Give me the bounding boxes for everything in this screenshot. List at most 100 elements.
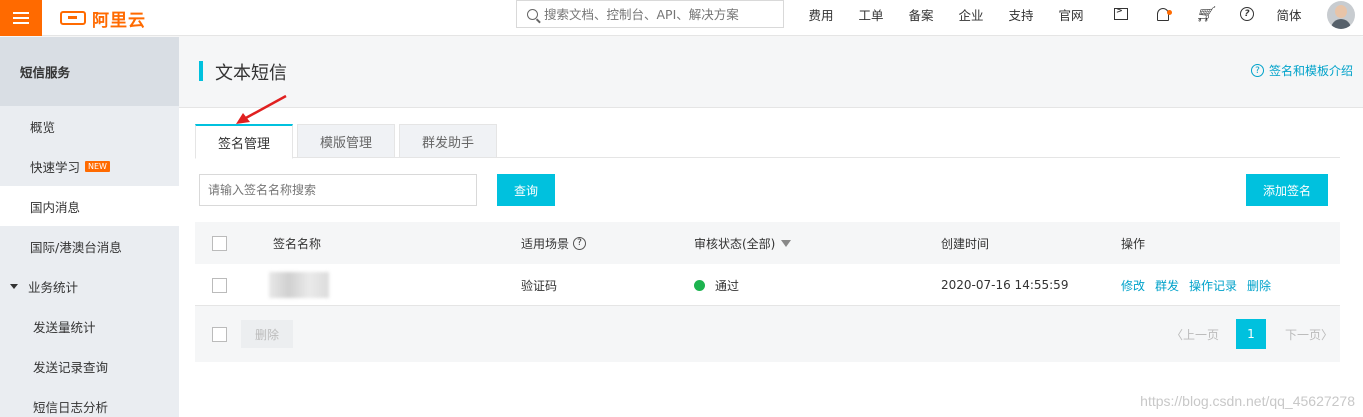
sidebar-item-label: 发送记录查询	[33, 359, 109, 375]
signature-search-input[interactable]	[199, 174, 477, 206]
top-nav-links: 费用 工单 备案 企业 支持 官网	[796, 0, 1096, 28]
top-nav-icons: 🛒︎ ? 简体	[1100, 0, 1310, 28]
chevron-right-icon: 〉	[1321, 327, 1334, 342]
chevron-left-icon: 〈	[1170, 327, 1183, 342]
nav-link-support[interactable]: 支持	[996, 5, 1046, 24]
sidebar-item-international[interactable]: 国际/港澳台消息	[0, 226, 179, 266]
page-title: 文本短信	[215, 63, 287, 84]
notification-dot	[1167, 9, 1172, 15]
select-all-cell	[212, 222, 227, 264]
tab-bar: 签名管理 模版管理 群发助手	[195, 124, 1340, 159]
sidebar-item-quick-learn[interactable]: 快速学习 NEW	[0, 146, 179, 186]
row-checkbox[interactable]	[212, 277, 227, 293]
add-signature-button[interactable]: 添加签名	[1246, 174, 1328, 206]
terminal-icon	[1114, 6, 1128, 20]
top-bar: 阿里云 费用 工单 备案 企业 支持 官网 🛒︎ ? 简体	[0, 0, 1363, 36]
nav-link-filing[interactable]: 备案	[896, 5, 946, 24]
search-icon	[527, 8, 538, 20]
header-scene-cell: 适用场景?	[521, 222, 587, 264]
menu-icon[interactable]	[0, 0, 42, 36]
sidebar: 短信服务 概览 快速学习 NEW 国内消息 国际/港澳台消息 业务统计 发送量统计…	[0, 37, 179, 417]
sidebar-item-overview[interactable]: 概览	[0, 106, 179, 146]
ops-cell: 修改 群发 操作记录 删除	[1121, 264, 1277, 306]
delete-link[interactable]: 删除	[1247, 277, 1271, 294]
sidebar-item-send-records[interactable]: 发送记录查询	[0, 346, 179, 386]
cart-icon: 🛒︎	[1195, 4, 1215, 23]
notifications-button[interactable]	[1142, 7, 1184, 21]
redacted-signature-name	[269, 272, 329, 298]
red-arrow-annotation	[236, 94, 287, 124]
filter-icon[interactable]	[781, 239, 792, 247]
sidebar-item-label: 国际/港澳台消息	[30, 239, 122, 255]
main-content: 文本短信 ? 签名和模板介绍 签名管理 模版管理 群发助手 查询 添加签名 签名…	[179, 37, 1363, 417]
title-accent-bar	[199, 61, 203, 81]
sidebar-item-domestic[interactable]: 国内消息	[0, 186, 179, 226]
next-page-button[interactable]: 下一页〉	[1270, 319, 1348, 349]
sidebar-title: 短信服务	[0, 37, 179, 106]
help-icon: ?	[1240, 7, 1254, 21]
footer-select-cell	[212, 313, 227, 355]
global-search[interactable]	[516, 0, 784, 28]
sidebar-group-stats[interactable]: 业务统计	[0, 266, 179, 306]
operation-log-link[interactable]: 操作记录	[1189, 277, 1237, 294]
header-scene: 适用场景	[521, 236, 570, 251]
language-switch[interactable]: 简体	[1268, 5, 1310, 24]
next-page-label: 下一页	[1284, 327, 1321, 342]
prev-page-label: 上一页	[1183, 327, 1220, 342]
table-row: 验证码 通过 2020-07-16 14:55:59 修改 群发 操作记录 删除	[195, 264, 1340, 306]
bulk-delete-button[interactable]: 删除	[241, 320, 293, 348]
sidebar-item-send-volume[interactable]: 发送量统计	[0, 306, 179, 346]
created-cell: 2020-07-16 14:55:59	[941, 278, 1069, 292]
sidebar-item-label: 快速学习	[30, 159, 81, 175]
sidebar-item-label: 短信日志分析	[33, 399, 109, 415]
logo-text: 阿里云	[92, 10, 146, 31]
logo-mark-icon	[60, 11, 86, 25]
sidebar-item-label: 业务统计	[28, 279, 79, 295]
header-status: 审核状态(全部)	[694, 236, 776, 251]
nav-link-official-site[interactable]: 官网	[1046, 5, 1096, 24]
nav-link-enterprise[interactable]: 企业	[946, 5, 996, 24]
tab-templates[interactable]: 模版管理	[297, 124, 395, 158]
select-all-checkbox[interactable]	[212, 235, 227, 251]
cart-button[interactable]: 🛒︎	[1184, 4, 1226, 23]
header-status-cell: 审核状态(全部)	[694, 222, 792, 264]
status-text: 通过	[715, 278, 740, 293]
sidebar-item-label: 概览	[30, 119, 56, 135]
signature-name-cell	[269, 264, 329, 306]
avatar[interactable]	[1327, 1, 1355, 29]
header-ops: 操作	[1121, 236, 1146, 251]
aliyun-logo[interactable]: 阿里云	[60, 4, 146, 32]
nav-link-tickets[interactable]: 工单	[846, 5, 896, 24]
status-dot-icon	[694, 279, 705, 291]
footer-checkbox[interactable]	[212, 326, 227, 342]
new-badge: NEW	[85, 160, 110, 172]
page-header: 文本短信 ? 签名和模板介绍	[179, 37, 1363, 108]
prev-page-button[interactable]: 〈上一页	[1157, 319, 1233, 349]
sidebar-item-log-analysis[interactable]: 短信日志分析	[0, 386, 179, 417]
table-footer: 删除 〈上一页 1 下一页〉	[195, 306, 1340, 362]
scene-cell: 验证码	[521, 278, 558, 293]
nav-link-fees[interactable]: 费用	[796, 5, 846, 24]
question-icon[interactable]: ?	[573, 236, 587, 250]
row-select-cell	[212, 264, 227, 306]
page-number-button[interactable]: 1	[1236, 319, 1266, 349]
help-link-label: 签名和模板介绍	[1268, 64, 1353, 78]
help-button[interactable]: ?	[1226, 7, 1268, 21]
tab-bulk-send[interactable]: 群发助手	[399, 124, 497, 158]
search-input[interactable]	[544, 6, 774, 22]
question-icon: ?	[1250, 64, 1264, 77]
signature-table: 签名名称 适用场景? 审核状态(全部) 创建时间 操作 验证码 通过 2020-…	[195, 222, 1340, 362]
header-name: 签名名称	[273, 236, 322, 251]
query-button[interactable]: 查询	[497, 174, 555, 206]
header-created: 创建时间	[941, 236, 990, 251]
bulk-send-link[interactable]: 群发	[1155, 277, 1179, 294]
edit-link[interactable]: 修改	[1121, 277, 1145, 294]
table-header: 签名名称 适用场景? 审核状态(全部) 创建时间 操作	[195, 222, 1340, 264]
tab-signatures[interactable]: 签名管理	[195, 124, 293, 159]
watermark: https://blog.csdn.net/qq_45627278	[1140, 393, 1355, 409]
help-link[interactable]: ? 签名和模板介绍	[1250, 62, 1353, 79]
sidebar-item-label: 发送量统计	[33, 319, 96, 335]
terminal-button[interactable]	[1100, 6, 1142, 20]
sidebar-item-label: 国内消息	[30, 199, 81, 215]
caret-down-icon	[10, 283, 18, 289]
